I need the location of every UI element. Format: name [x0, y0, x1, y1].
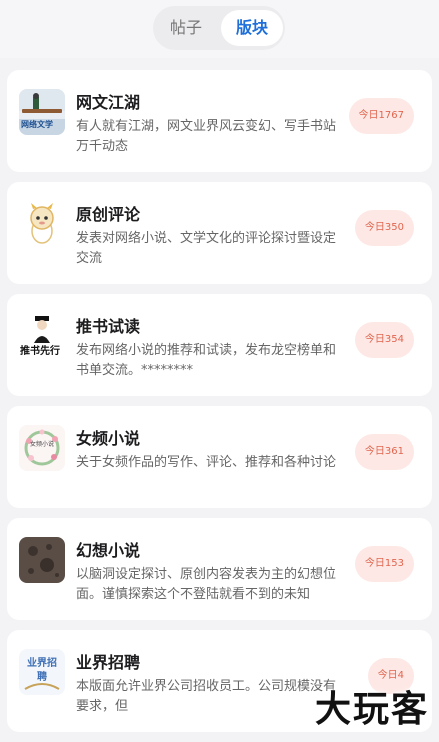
thumb-caption: 网络文学	[21, 120, 53, 129]
scholar-calligraphy-icon: 推书先行	[19, 313, 65, 359]
landscape-logo-icon: 网络文学	[19, 89, 65, 135]
board-title: 幻想小说	[76, 541, 141, 560]
top-bar: 帖子 版块	[0, 0, 439, 58]
tab-boards[interactable]: 版块	[221, 10, 283, 46]
board-card-nvpin[interactable]: 女频小说 女频小说 关于女频作品的写作、评论、推荐和各种讨论 今日361	[7, 406, 432, 508]
board-card-yuanchuang[interactable]: 原创评论 发表对网络小说、文学文化的评论探讨暨设定交流 今日350	[7, 182, 432, 284]
watermark-text: 大玩客	[314, 688, 429, 730]
thumb-caption: 女频小说	[30, 441, 55, 448]
today-count-badge: 今日153	[354, 546, 414, 582]
board-desc: 发布网络小说的推荐和试读，发布龙空榜单和书单交流。********	[76, 343, 337, 378]
board-desc: 发表对网络小说、文学文化的评论探讨暨设定交流	[76, 231, 337, 266]
board-desc: 关于女频作品的写作、评论、推荐和各种讨论	[76, 455, 337, 470]
board-desc: 本版面允许业界公司招收员工。公司规模没有要求，但	[76, 679, 337, 714]
thumb-caption: 业界招聘	[27, 658, 57, 683]
board-title: 业界招聘	[76, 653, 141, 672]
dragon-mascot-icon	[19, 201, 65, 247]
thumb-caption: 推书先行	[20, 346, 60, 357]
today-count-badge: 今日361	[354, 434, 414, 470]
today-count-badge: 今日354	[354, 322, 414, 358]
moon-surface-icon	[19, 537, 65, 583]
board-card-wangwen[interactable]: 网络文学 网文江湖 有人就有江湖，网文业界风云变幻、写手书站万千动态 今日176…	[7, 70, 432, 172]
board-desc: 有人就有江湖，网文业界风云变幻、写手书站万千动态	[76, 119, 337, 154]
segment-control: 帖子 版块	[153, 6, 285, 50]
recruit-logo-icon: 业界招聘	[19, 649, 65, 695]
today-count-badge: 今日1767	[348, 98, 414, 134]
board-card-tuishu[interactable]: 推书先行 推书试读 发布网络小说的推荐和试读，发布龙空榜单和书单交流。*****…	[7, 294, 432, 396]
board-title: 原创评论	[76, 205, 141, 224]
floral-wreath-icon: 女频小说	[19, 425, 65, 471]
today-count-badge: 今日350	[354, 210, 414, 246]
board-title: 推书试读	[76, 317, 141, 336]
tab-posts[interactable]: 帖子	[155, 10, 217, 46]
board-desc: 以脑洞设定探讨、原创内容发表为主的幻想位面。谨慎探索这个不登陆就看不到的未知	[76, 567, 337, 602]
board-title: 女频小说	[76, 429, 141, 448]
board-title: 网文江湖	[76, 93, 141, 112]
board-card-huanxiang[interactable]: 幻想小说 以脑洞设定探讨、原创内容发表为主的幻想位面。谨慎探索这个不登陆就看不到…	[7, 518, 432, 620]
